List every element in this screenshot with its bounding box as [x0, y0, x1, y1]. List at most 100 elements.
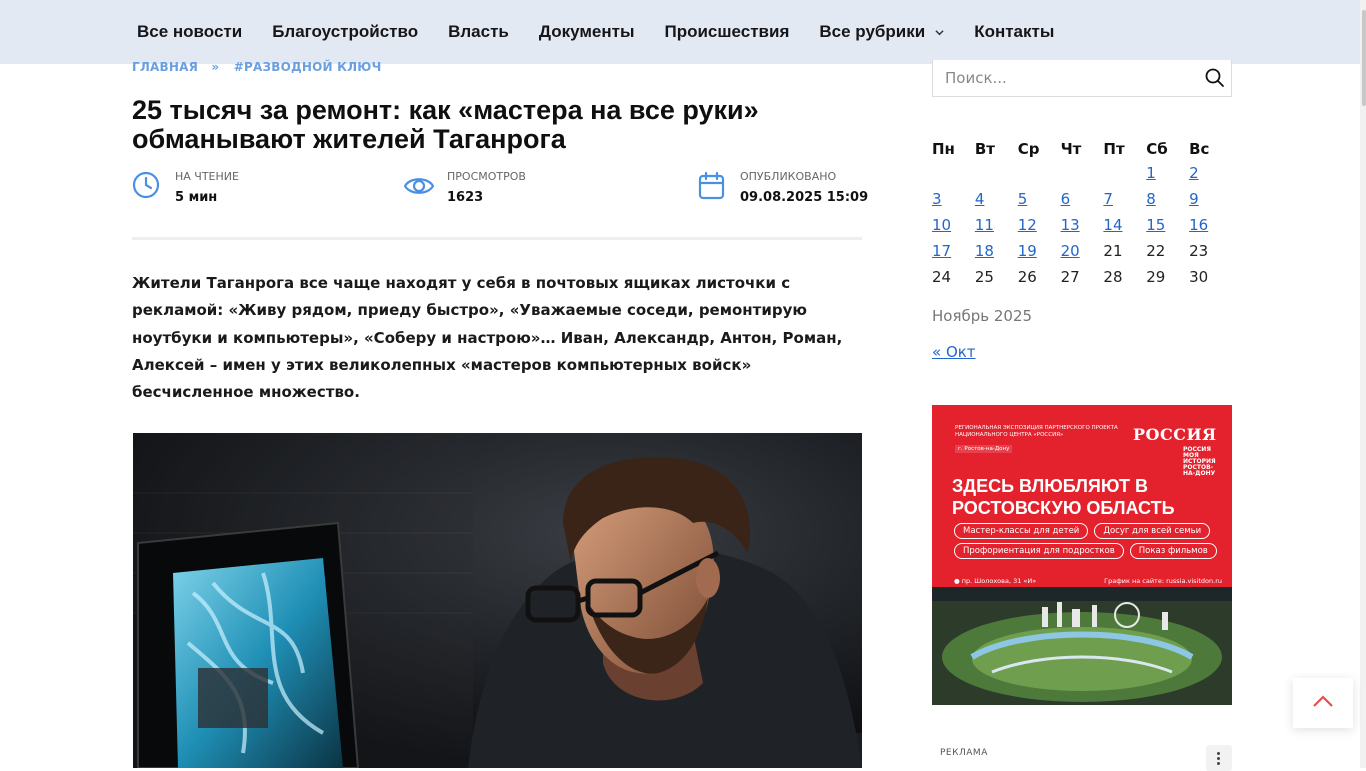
calendar-day: 23 [1189, 242, 1209, 260]
calendar-day-cell [932, 160, 975, 186]
calendar-day-cell: 10 [932, 212, 975, 238]
calendar-day-cell [975, 160, 1018, 186]
nav-item-label: Власть [448, 22, 509, 41]
meta-label: НА ЧТЕНИЕ [175, 170, 239, 183]
calendar-prev-month-link[interactable]: « Окт [932, 343, 976, 361]
calendar-week: 12 [932, 160, 1232, 186]
calendar-week: 3 4 5 6 7 8 9 [932, 186, 1232, 212]
banner-brand-sub: РОССИЯ МОЯ ИСТОРИЯ РОСТОВ-НА-ДОНУ [1183, 446, 1216, 477]
calendar-day-link[interactable]: 11 [975, 216, 994, 234]
scroll-to-top-button[interactable] [1293, 678, 1353, 728]
calendar-weekday: Вт [974, 140, 995, 158]
calendar-day: 28 [1103, 268, 1123, 286]
ad-label: РЕКЛАМА [940, 748, 988, 758]
calendar-day-link[interactable]: 12 [1018, 216, 1037, 234]
nav-item-label: Происшествия [664, 22, 790, 41]
ad-options-menu[interactable] [1206, 745, 1232, 771]
calendar-day-cell: 2 [1189, 160, 1232, 186]
calendar-day-link[interactable]: 14 [1103, 216, 1122, 234]
calendar-day-link[interactable]: 13 [1061, 216, 1080, 234]
nav-item-incidents[interactable]: Происшествия [664, 22, 789, 42]
search-icon[interactable] [1205, 68, 1225, 88]
calendar-day: 21 [1103, 242, 1123, 260]
calendar-day-cell: 6 [1061, 186, 1104, 212]
calendar-day-link[interactable]: 8 [1146, 190, 1156, 208]
calendar-weekday: Ср [1017, 140, 1040, 158]
calendar-day-cell: 20 [1061, 238, 1104, 264]
calendar-day-link[interactable]: 18 [975, 242, 994, 260]
nav-item-improvement[interactable]: Благоустройство [272, 22, 418, 42]
nav-list: Все новости Благоустройство Власть Докум… [137, 0, 1084, 64]
nav-item-all-news[interactable]: Все новости [137, 22, 242, 42]
calendar-days: 1 2 3 4 5 6 7 8 9 10 11 12 13 14 15 16 17 18 19 20 21 22 23 24 2… [932, 160, 1232, 290]
chevron-up-icon [1313, 695, 1333, 707]
calendar-day-cell: 7 [1103, 186, 1146, 212]
nav-item-label: Все новости [137, 22, 243, 41]
calendar-day-link[interactable]: 3 [932, 190, 942, 208]
calendar-day-cell: 3 [932, 186, 975, 212]
calendar-day-link[interactable]: 16 [1189, 216, 1208, 234]
calendar-weekdays: Пн Вт Ср Чт Пт Сб Вс [932, 138, 1232, 160]
calendar-day-link[interactable]: 9 [1189, 190, 1199, 208]
calendar-day-link[interactable]: 6 [1061, 190, 1071, 208]
calendar-day-link[interactable]: 7 [1103, 190, 1113, 208]
calendar-day-link[interactable]: 19 [1018, 242, 1037, 260]
calendar-day-cell [1103, 160, 1146, 186]
calendar-week: 24 25 26 27 28 29 30 [932, 264, 1232, 290]
calendar-day-link[interactable]: 20 [1061, 242, 1080, 260]
calendar-day-cell: 13 [1061, 212, 1104, 238]
scrollbar-thumb[interactable] [1362, 10, 1366, 106]
banner-pills: Мастер-классы для детей Досуг для всей с… [954, 523, 1229, 559]
article-lead: Жители Таганрога все чаще находят у себя… [132, 274, 843, 402]
calendar-day-cell: 9 [1189, 186, 1232, 212]
calendar-day-cell: 14 [1103, 212, 1146, 238]
chevron-down-icon [935, 29, 944, 35]
banner-city: г. Ростов-на-Дону [955, 445, 1013, 453]
calendar-day: 29 [1146, 268, 1166, 286]
sidebar-ad-banner[interactable]: Региональная экспозиция партнерского про… [932, 405, 1232, 705]
calendar-day-link[interactable]: 1 [1146, 164, 1156, 182]
calendar-day: 25 [974, 268, 994, 286]
meta-value: 1623 [447, 190, 484, 205]
breadcrumb-home-link[interactable]: ГЛАВНАЯ [132, 60, 198, 74]
meta-label: ОПУБЛИКОВАНО [740, 170, 837, 183]
meta-reading-time: НА ЧТЕНИЕ 5 мин [132, 168, 239, 208]
calendar-day-link[interactable]: 15 [1146, 216, 1165, 234]
calendar-day-cell: 18 [975, 238, 1018, 264]
meta-divider [132, 237, 862, 240]
banner-small-text: Региональная экспозиция партнерского про… [955, 425, 1118, 438]
banner-address-text: пр. Шолохова, 31 «И» [961, 577, 1037, 585]
location-pin-icon: ● [954, 577, 960, 585]
breadcrumb-tag-link[interactable]: #РАЗВОДНОЙ КЛЮЧ [234, 60, 382, 74]
calendar-day-cell: 12 [1018, 212, 1061, 238]
meta-views: ПРОСМОТРОВ 1623 [404, 168, 526, 208]
banner-pill: Мастер-классы для детей [954, 523, 1089, 539]
banner-brand-logo: РОССИЯ [1133, 425, 1217, 444]
calendar-week: 17 18 19 20 21 22 23 [932, 238, 1232, 264]
nav-item-label: Документы [538, 22, 635, 41]
calendar-day-link[interactable]: 10 [932, 216, 951, 234]
hero-illustration [133, 433, 862, 768]
calendar-day-link[interactable]: 4 [975, 190, 985, 208]
calendar-day-cell [1018, 160, 1061, 186]
nav-item-documents[interactable]: Документы [539, 22, 635, 42]
calendar-day-link[interactable]: 5 [1018, 190, 1028, 208]
calendar-day-link[interactable]: 17 [932, 242, 951, 260]
breadcrumb: ГЛАВНАЯ » #РАЗВОДНОЙ КЛЮЧ [132, 60, 382, 74]
search-input[interactable] [933, 60, 1193, 96]
nav-item-contacts[interactable]: Контакты [974, 22, 1054, 42]
calendar-weekday: Вс [1189, 140, 1210, 158]
nav-item-label: Благоустройство [272, 22, 419, 41]
calendar-icon [698, 171, 725, 200]
calendar-day-cell: 19 [1018, 238, 1061, 264]
nav-item-government[interactable]: Власть [448, 22, 509, 42]
page-scrollbar[interactable] [1360, 0, 1366, 768]
top-navigation: Все новости Благоустройство Власть Докум… [0, 0, 1366, 64]
sidebar-search [932, 60, 1232, 97]
banner-schedule: График на сайте: russia.visitdon.ru [1104, 577, 1222, 585]
nav-item-all-categories[interactable]: Все рубрики [819, 22, 944, 42]
calendar-weekday: Пн [932, 140, 955, 158]
calendar-table: Пн Вт Ср Чт Пт Сб Вс 1 2 3 4 5 6 7 8 9 10 11 12 13 14 15 16 17… [932, 138, 1232, 290]
calendar-day-link[interactable]: 2 [1189, 164, 1199, 182]
sidebar-calendar: Пн Вт Ср Чт Пт Сб Вс 1 2 3 4 5 6 7 8 9 10 11 12 13 14 15 16 17… [932, 138, 1232, 290]
